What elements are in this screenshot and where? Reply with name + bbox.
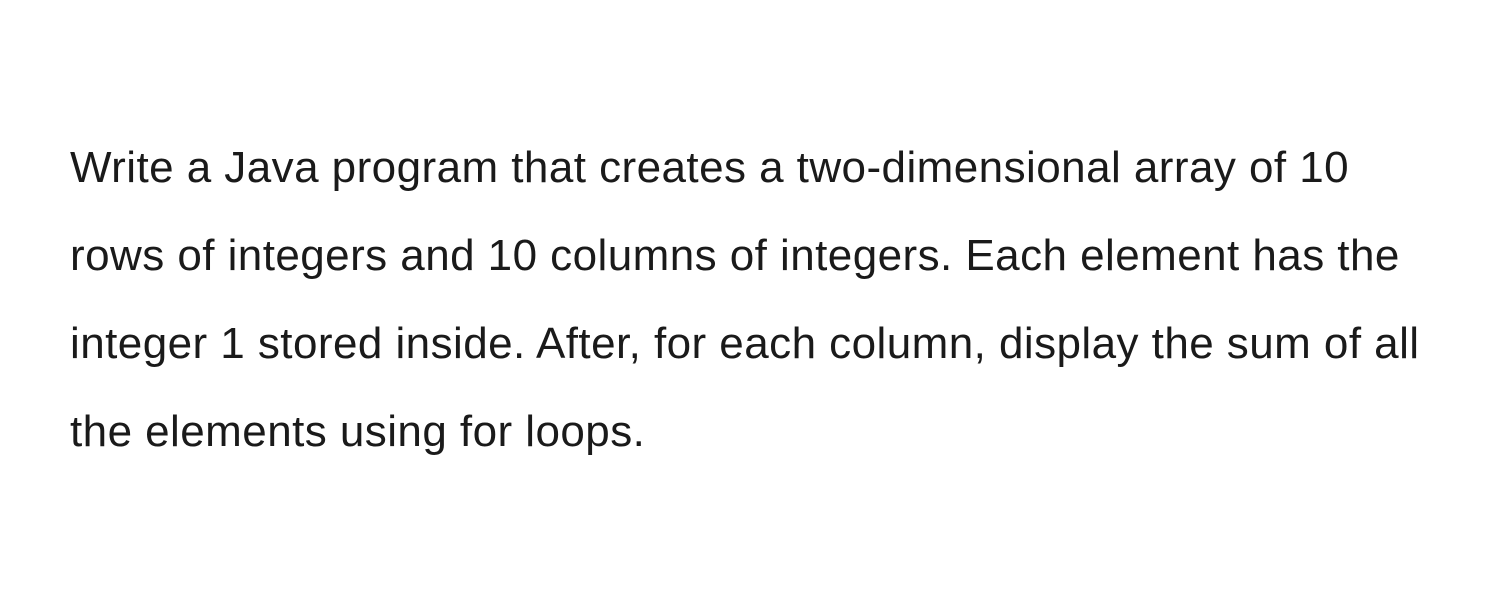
instruction-text: Write a Java program that creates a two-… [70,124,1430,476]
